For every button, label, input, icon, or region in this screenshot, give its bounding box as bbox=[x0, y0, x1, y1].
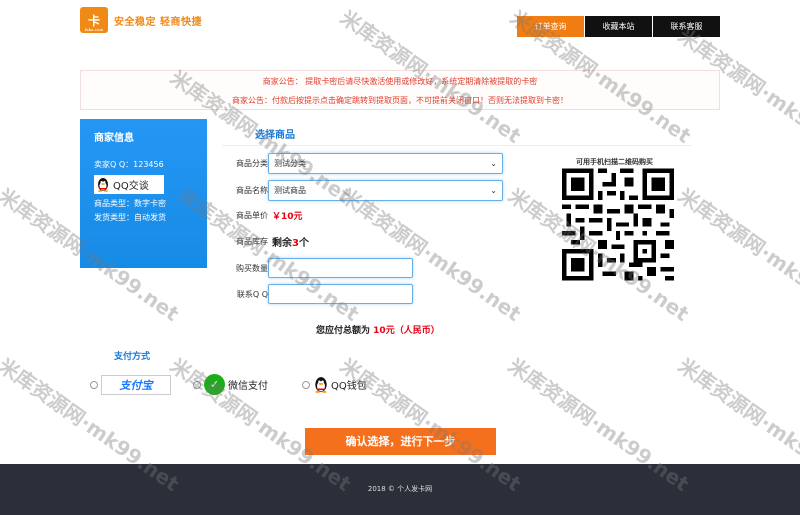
confirm-next-button[interactable]: 确认选择，进行下一步 bbox=[305, 428, 496, 455]
merchant-info-panel: 商家信息 卖家Q Q：123456 QQ交谈 商品类型：数字卡密 发货类型：自动… bbox=[80, 119, 207, 268]
category-row: 商品分类 测试分类 ⌄ bbox=[222, 153, 503, 174]
contact-qq-label: 联系Q Q bbox=[236, 289, 268, 299]
quantity-label: 购买数量 bbox=[236, 263, 268, 273]
merchant-notice: 商家公告： 提取卡密后请尽快激活使用或修改好，系统定期清除被提取的卡密 商家公告… bbox=[80, 70, 720, 110]
product-selected-value: 测试商品 bbox=[274, 186, 306, 195]
wechat-icon: ✓ bbox=[204, 374, 225, 395]
qq-chat-button[interactable]: QQ交谈 bbox=[94, 175, 164, 194]
logo-mark: 卡 faka.com bbox=[80, 7, 108, 33]
total-value: 10 bbox=[373, 326, 386, 336]
category-selected-value: 测试分类 bbox=[274, 159, 306, 168]
quantity-row: 购买数量 bbox=[222, 258, 413, 278]
logo-slogan: 安全稳定 轻商快捷 bbox=[114, 16, 202, 28]
product-type: 商品类型：数字卡密 bbox=[94, 199, 166, 208]
category-label: 商品分类 bbox=[236, 159, 268, 168]
watermark: 米库资源网·mk99.net bbox=[335, 183, 526, 326]
product-name-label: 商品名称 bbox=[236, 186, 268, 195]
nav-contact-support[interactable]: 联系客服 bbox=[653, 16, 720, 37]
qqwallet-radio[interactable] bbox=[302, 380, 310, 389]
price-row: 商品单价 ￥10元 bbox=[222, 209, 303, 222]
stock-suffix: 个 bbox=[298, 238, 309, 249]
chevron-down-icon: ⌄ bbox=[490, 159, 497, 168]
wechat-label: 微信支付 bbox=[228, 381, 268, 392]
stock-prefix: 剩余 bbox=[272, 238, 292, 249]
alipay-radio[interactable] bbox=[90, 381, 98, 389]
top-nav: 订单查询 收藏本站 联系客服 bbox=[517, 16, 721, 37]
pay-option-alipay[interactable]: 支付宝 bbox=[90, 375, 171, 395]
seller-qq-label: 卖家Q Q： bbox=[94, 160, 134, 169]
seller-qq: 卖家Q Q：123456 bbox=[94, 158, 193, 172]
qq-wallet-icon bbox=[315, 377, 327, 393]
delivery-type: 发货类型：自动发货 bbox=[94, 213, 166, 222]
notice-line-2: 商家公告：付款后按提示点击确定跳转到提取页面，不可提前关闭窗口！否则无法提取到卡… bbox=[232, 96, 568, 105]
chevron-down-icon: ⌄ bbox=[490, 186, 497, 195]
alipay-logo: 支付宝 bbox=[101, 375, 171, 395]
pay-option-wechat[interactable]: ✓ 微信支付 bbox=[193, 374, 268, 395]
wechat-radio[interactable] bbox=[193, 380, 201, 389]
quantity-input[interactable] bbox=[268, 258, 413, 278]
product-name-row: 商品名称 测试商品 ⌄ bbox=[222, 180, 503, 201]
page-footer: 2018 © 个人发卡网 bbox=[0, 464, 800, 515]
notice-line-1: 商家公告： 提取卡密后请尽快激活使用或修改好，系统定期清除被提取的卡密 bbox=[262, 77, 538, 86]
watermark: 米库资源网·mk99.net bbox=[673, 183, 800, 326]
total-suffix: 元（人民币） bbox=[385, 326, 440, 336]
seller-qq-value: 123456 bbox=[133, 160, 164, 169]
section-divider bbox=[222, 145, 692, 146]
logo-sub-text: faka.com bbox=[84, 27, 104, 32]
site-logo[interactable]: 卡 faka.com 安全稳定 轻商快捷 bbox=[80, 6, 202, 34]
qqwallet-label: QQ钱包 bbox=[331, 381, 367, 392]
logo-mark-text: 卡 bbox=[87, 13, 100, 28]
pay-option-qqwallet[interactable]: QQ钱包 bbox=[302, 376, 367, 393]
nav-order-query[interactable]: 订单查询 bbox=[517, 16, 584, 37]
qq-penguin-icon bbox=[98, 178, 108, 192]
stock-label: 商品库存 bbox=[236, 237, 268, 246]
qr-tip: 可用手机扫描二维码购买 bbox=[576, 158, 653, 166]
qq-chat-label: QQ交谈 bbox=[113, 181, 149, 192]
stock-count: 3 bbox=[292, 238, 299, 249]
select-product-title: 选择商品 bbox=[255, 130, 295, 141]
contact-qq-input[interactable] bbox=[268, 284, 413, 304]
total-amount: 您应付总额为 10元（人民币） bbox=[316, 323, 440, 336]
merchant-info-title: 商家信息 bbox=[94, 133, 134, 144]
payment-method-title: 支付方式 bbox=[114, 352, 151, 362]
product-name-select[interactable]: 测试商品 ⌄ bbox=[268, 180, 503, 201]
nav-bookmark[interactable]: 收藏本站 bbox=[585, 16, 652, 37]
purchase-qr-code bbox=[562, 167, 674, 282]
price-value: ￥10元 bbox=[272, 212, 303, 222]
total-suffix-unit: 元（人民币） bbox=[386, 326, 440, 336]
stock-row: 商品库存 剩余3个 bbox=[222, 234, 309, 249]
contact-row: 联系Q Q bbox=[222, 284, 413, 304]
total-prefix: 您应付总额为 bbox=[316, 326, 371, 336]
category-select[interactable]: 测试分类 ⌄ bbox=[268, 153, 503, 174]
price-label: 商品单价 bbox=[236, 211, 268, 220]
stock-value: 剩余3个 bbox=[272, 234, 309, 249]
